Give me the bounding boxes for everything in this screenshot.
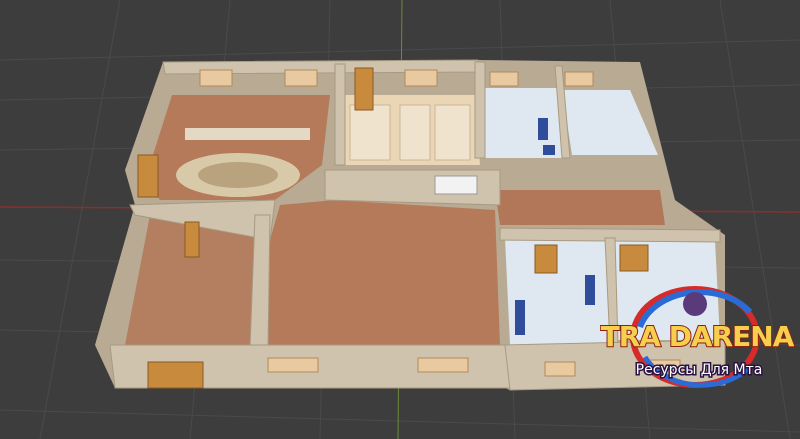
window xyxy=(199,69,233,87)
room-floor xyxy=(482,88,570,158)
corridor-floor xyxy=(495,190,665,225)
window xyxy=(267,357,319,373)
door xyxy=(137,154,159,198)
window xyxy=(544,361,576,377)
door xyxy=(354,67,374,111)
window xyxy=(564,71,594,87)
wall xyxy=(334,63,346,166)
door xyxy=(534,244,558,274)
main-hall-floor xyxy=(265,200,500,348)
window xyxy=(489,71,519,87)
window xyxy=(284,69,318,87)
poster xyxy=(434,175,478,195)
window xyxy=(404,69,438,87)
window xyxy=(417,357,469,373)
door xyxy=(147,361,204,389)
wall xyxy=(474,61,486,159)
tradarena-logo: TRA DARENA Ресурсы Для Мта xyxy=(600,286,795,388)
door xyxy=(184,221,200,258)
door xyxy=(619,244,649,272)
logo-title: TRA DARENA xyxy=(601,320,795,353)
3d-viewport[interactable]: TRA DARENA Ресурсы Для Мта xyxy=(0,0,800,439)
logo-subtitle: Ресурсы Для Мта xyxy=(636,362,763,378)
